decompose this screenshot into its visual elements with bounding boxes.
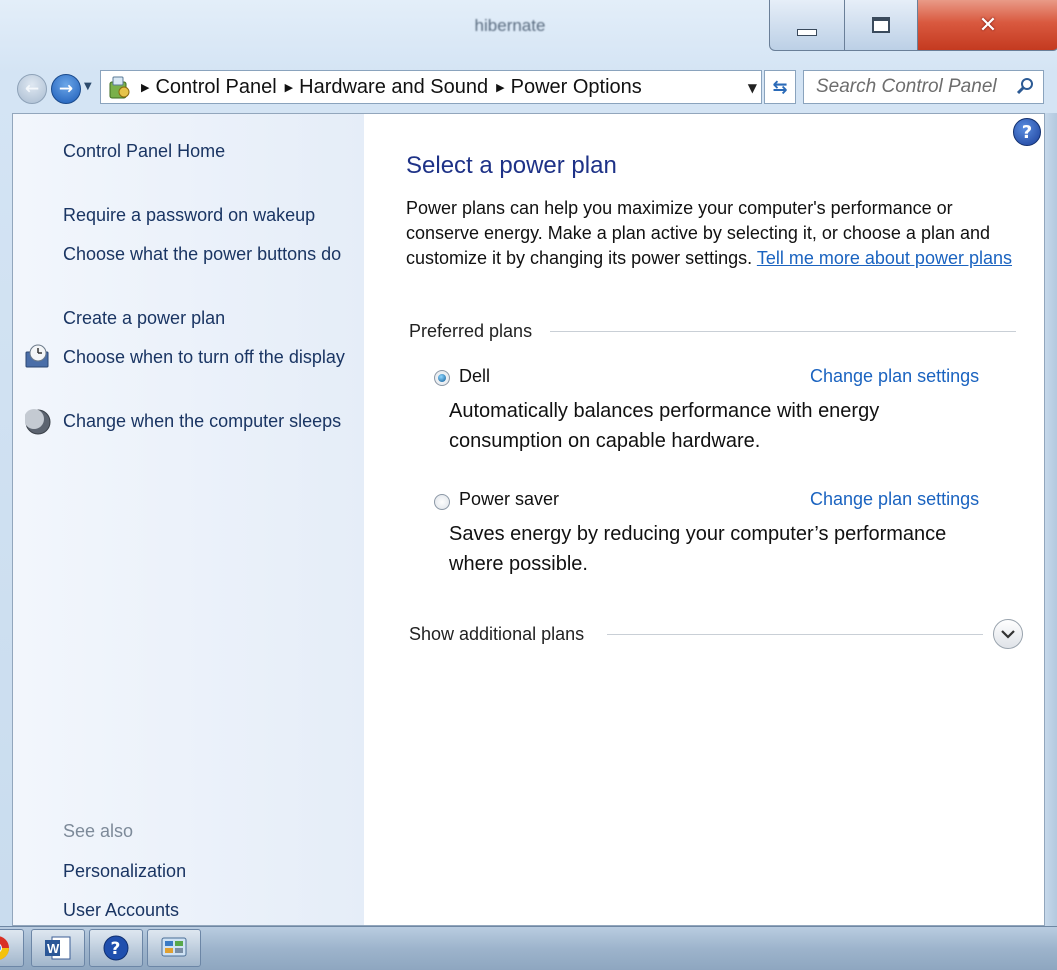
- dell-plan-radio[interactable]: [434, 370, 450, 386]
- back-button[interactable]: ←: [17, 74, 47, 104]
- minimize-icon: [797, 28, 817, 36]
- breadcrumb-hardware-and-sound[interactable]: ▶ Hardware and Sound: [277, 76, 488, 99]
- tell-me-more-link[interactable]: Tell me more about power plans: [757, 248, 1012, 268]
- sidebar-item-create-plan[interactable]: Create a power plan: [63, 306, 353, 331]
- sidebar: Control Panel Home Require a password on…: [13, 114, 364, 925]
- control-panel-icon[interactable]: [147, 929, 201, 967]
- divider: [550, 331, 1016, 332]
- address-dropdown-icon[interactable]: ▼: [748, 81, 757, 95]
- refresh-icon: ⇆: [772, 76, 788, 98]
- dell-plan-description: Automatically balances performance with …: [449, 400, 880, 452]
- sidebar-item-turn-off-display[interactable]: Choose when to turn off the display: [63, 345, 353, 370]
- show-additional-plans-heading[interactable]: Show additional plans: [409, 624, 584, 645]
- minimize-button[interactable]: [769, 0, 845, 51]
- main-panel: ? Select a power plan Power plans can he…: [364, 114, 1044, 925]
- sidebar-item-require-password[interactable]: Require a password on wakeup: [63, 203, 353, 228]
- chevron-down-icon: [1001, 630, 1015, 639]
- divider: [607, 634, 983, 635]
- control-panel-icon: [105, 73, 133, 101]
- monitor-clock-icon: [25, 344, 51, 370]
- search-icon[interactable]: [1015, 77, 1035, 102]
- power-saver-plan-name[interactable]: Power saver: [459, 489, 559, 510]
- help-icon[interactable]: ?: [1013, 118, 1041, 146]
- address-bar[interactable]: ▶ Control Panel ▶ Hardware and Sound ▶ Powe…: [100, 70, 762, 104]
- dell-plan-name[interactable]: Dell: [459, 366, 490, 387]
- maximize-icon: [872, 17, 890, 33]
- breadcrumb-control-panel[interactable]: ▶ Control Panel: [133, 76, 277, 99]
- forward-button[interactable]: →: [51, 74, 81, 104]
- page-title: Select a power plan: [406, 152, 617, 179]
- maximize-button[interactable]: [845, 0, 918, 51]
- power-saver-plan-description: Saves energy by reducing your computer’s…: [449, 523, 947, 575]
- power-saver-change-plan-settings-link[interactable]: Change plan settings: [810, 489, 979, 510]
- navigation-bar: ← → ▼ ▶ Control Panel ▶ Hardware and Sound…: [0, 68, 1057, 110]
- power-saver-plan-radio[interactable]: [434, 494, 450, 510]
- recent-pages-dropdown[interactable]: ▼: [84, 81, 92, 92]
- sidebar-item-power-buttons[interactable]: Choose what the power buttons do: [63, 242, 353, 267]
- svg-text:?: ?: [111, 939, 121, 959]
- title-bar: hibernate ✕: [0, 0, 1057, 60]
- see-also-heading: See also: [63, 821, 134, 841]
- content-area: Control Panel Home Require a password on…: [12, 113, 1045, 926]
- svg-text:W: W: [47, 941, 60, 956]
- chrome-icon[interactable]: [0, 929, 24, 967]
- intro-text: Power plans can help you maximize your c…: [406, 198, 1012, 268]
- moon-icon: [24, 409, 51, 435]
- window-title: hibernate: [474, 16, 546, 35]
- help-icon[interactable]: ?: [89, 929, 143, 967]
- sidebar-item-user-accounts[interactable]: User Accounts: [63, 898, 353, 923]
- close-button[interactable]: ✕: [918, 0, 1057, 51]
- search-box: [803, 70, 1044, 104]
- window-frame-edge: [1045, 113, 1057, 926]
- taskbar: W ?: [0, 926, 1057, 970]
- preferred-plans-heading: Preferred plans: [409, 321, 533, 341]
- close-icon: ✕: [978, 12, 998, 38]
- dell-change-plan-settings-link[interactable]: Change plan settings: [810, 366, 979, 387]
- sidebar-item-computer-sleeps[interactable]: Change when the computer sleeps: [63, 409, 353, 434]
- window: hibernate ✕ ← → ▼ ▶ Control Panel ▶ Hardwa…: [0, 0, 1057, 926]
- expand-additional-plans-button[interactable]: [993, 619, 1023, 649]
- breadcrumb-power-options[interactable]: ▶ Power Options: [488, 76, 642, 99]
- search-input[interactable]: [814, 75, 1013, 99]
- sidebar-item-personalization[interactable]: Personalization: [63, 859, 353, 884]
- window-controls: ✕: [769, 0, 1057, 52]
- sidebar-item-control-panel-home[interactable]: Control Panel Home: [63, 139, 353, 164]
- word-icon[interactable]: W: [31, 929, 85, 967]
- refresh-button[interactable]: ⇆: [764, 70, 796, 104]
